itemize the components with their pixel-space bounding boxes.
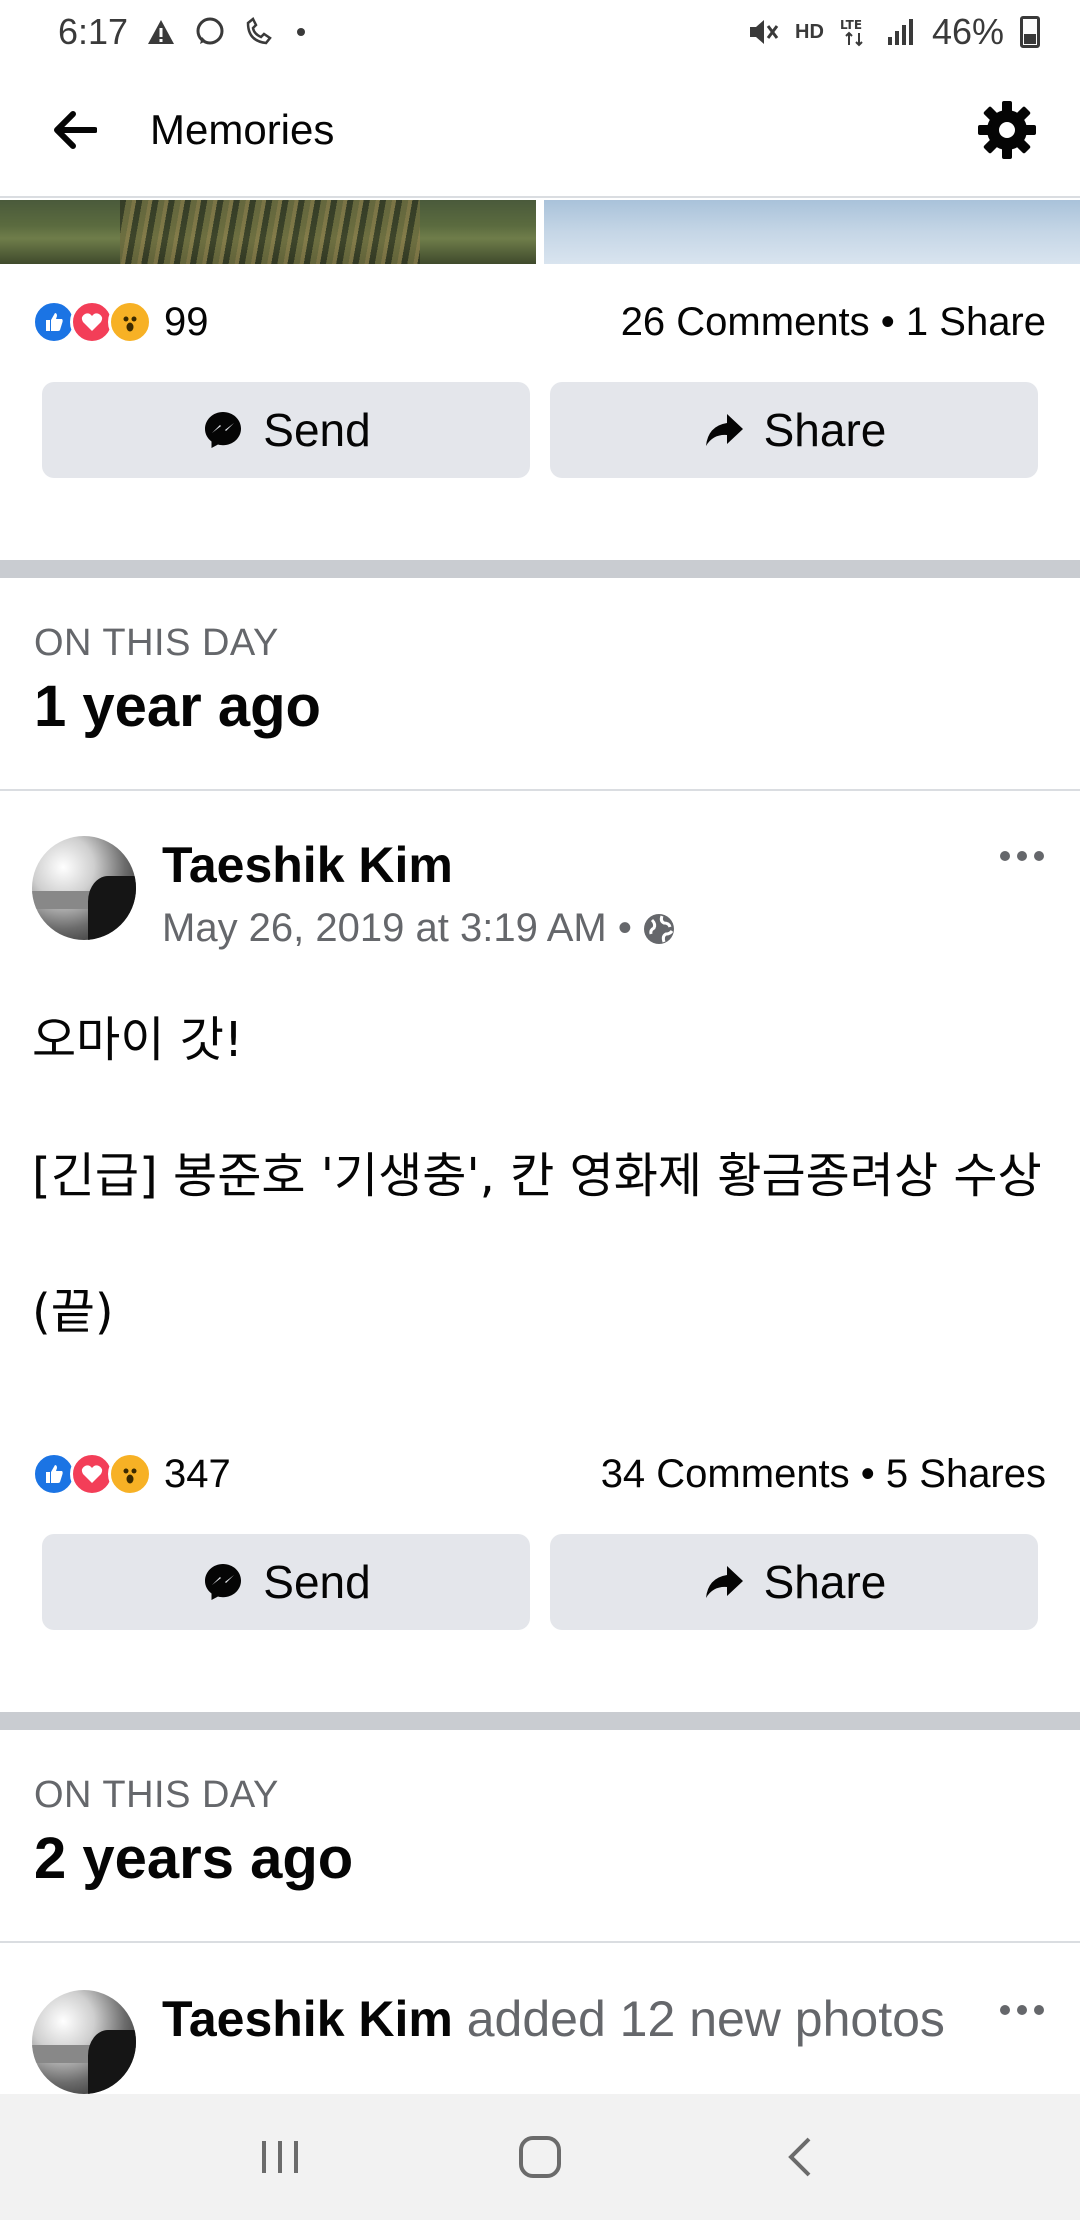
- more-options-button[interactable]: [992, 836, 1052, 876]
- post-text-line: [32, 1074, 1042, 1142]
- post-action-text: added 12 new photos: [452, 1991, 945, 2047]
- signal-icon: [886, 17, 916, 47]
- reaction-count: 99: [164, 299, 209, 344]
- home-icon: [519, 2136, 561, 2178]
- reaction-icons: [32, 300, 152, 344]
- more-dots-icon: [1000, 851, 1044, 861]
- send-button[interactable]: Send: [42, 1534, 530, 1630]
- more-options-button[interactable]: [992, 1990, 1052, 2030]
- section-divider: [0, 560, 1080, 578]
- on-this-day-title: 1 year ago: [34, 674, 321, 739]
- share-label: Share: [763, 1556, 887, 1608]
- battery-percent: 46%: [931, 11, 1004, 52]
- post-photo[interactable]: [544, 200, 1080, 264]
- author-name[interactable]: Taeshik Kim: [162, 837, 453, 893]
- post-photo[interactable]: [0, 200, 536, 264]
- more-dots-icon: [1000, 2005, 1044, 2015]
- lte-icon: LTE: [840, 17, 870, 47]
- engagement-stats[interactable]: 26 Comments • 1 Share: [621, 300, 1046, 345]
- post-text-line: [긴급] 봉준호 '기생충', 칸 영화제 황금종려상 수상: [32, 1148, 1042, 1204]
- post-body: 오마이 갓! [긴급] 봉준호 '기생충', 칸 영화제 황금종려상 수상 (끝…: [32, 1006, 1042, 1346]
- post-text-line: [32, 1210, 1042, 1278]
- post-header: Taeshik Kim added 12 new photos: [32, 1990, 1052, 2094]
- post-header: Taeshik Kim May 26, 2019 at 3:19 AM •: [32, 836, 1052, 951]
- on-this-day-label: ON THIS DAY: [34, 622, 279, 664]
- on-this-day-title: 2 years ago: [34, 1826, 354, 1891]
- on-this-day-section: ON THIS DAY 2 years ago: [34, 1774, 1034, 1892]
- send-button[interactable]: Send: [42, 382, 530, 478]
- wow-reaction-icon: [108, 300, 152, 344]
- page-title: Memories: [150, 106, 335, 153]
- settings-button[interactable]: [972, 95, 1042, 165]
- call-app-icon: [244, 17, 278, 47]
- share-button[interactable]: Share: [550, 382, 1038, 478]
- post-footer: 347 34 Comments • 5 Shares Send Share: [0, 1414, 1080, 1674]
- reactions-row[interactable]: 347 34 Comments • 5 Shares: [0, 1414, 1080, 1534]
- status-bar: 6:17 HD LTE 46%: [0, 0, 1080, 64]
- post-footer: 99 26 Comments • 1 Share Send Share: [0, 262, 1080, 522]
- warning-icon: [146, 18, 176, 46]
- reactions-row[interactable]: 99 26 Comments • 1 Share: [0, 262, 1080, 382]
- post-time: May 26, 2019 at 3:19 AM •: [162, 906, 992, 951]
- gear-icon: [978, 101, 1036, 159]
- author-line: Taeshik Kim added 12 new photos: [162, 1990, 992, 2048]
- avatar[interactable]: [32, 1990, 136, 2094]
- svg-text:LTE: LTE: [840, 18, 862, 32]
- reaction-icons: [32, 1452, 152, 1496]
- arrow-left-icon: [54, 111, 97, 149]
- post-text-line: 오마이 갓!: [32, 1012, 244, 1068]
- globe-icon: [643, 913, 674, 944]
- app-header: Memories: [0, 64, 1080, 198]
- action-row: Send Share: [0, 1534, 1080, 1674]
- on-this-day-label: ON THIS DAY: [34, 1774, 279, 1816]
- on-this-day-section: ON THIS DAY 1 year ago: [34, 622, 1034, 740]
- divider: [0, 789, 1080, 791]
- mute-icon: [747, 17, 779, 47]
- hd-voice-label: HD: [795, 21, 824, 43]
- reaction-count: 347: [164, 1451, 231, 1496]
- status-time: 6:17: [58, 11, 129, 52]
- avatar[interactable]: [32, 836, 136, 940]
- home-button[interactable]: [490, 2117, 590, 2197]
- post-meta: Taeshik Kim May 26, 2019 at 3:19 AM •: [162, 836, 992, 951]
- back-button[interactable]: [48, 104, 100, 156]
- whatsapp-icon: [194, 16, 226, 48]
- messenger-icon: [201, 408, 245, 452]
- share-button[interactable]: Share: [550, 1534, 1038, 1630]
- divider: [0, 1941, 1080, 1943]
- recent-apps-button[interactable]: [230, 2117, 330, 2197]
- share-arrow-icon: [702, 408, 746, 452]
- send-label: Send: [263, 1556, 371, 1608]
- system-nav-bar: [0, 2094, 1080, 2220]
- recent-apps-icon: [262, 2141, 298, 2173]
- section-divider: [0, 1712, 1080, 1730]
- wow-reaction-icon: [108, 1452, 152, 1496]
- action-row: Send Share: [0, 382, 1080, 522]
- send-label: Send: [263, 404, 371, 456]
- post-timestamp[interactable]: May 26, 2019 at 3:19 AM •: [162, 906, 632, 951]
- dot-icon: [296, 27, 306, 37]
- post-photo-strip[interactable]: [0, 200, 1080, 264]
- system-back-button[interactable]: [750, 2117, 850, 2197]
- author-name[interactable]: Taeshik Kim: [162, 1991, 453, 2047]
- author-line: Taeshik Kim: [162, 836, 992, 894]
- battery-icon: [1020, 16, 1040, 48]
- share-label: Share: [763, 404, 887, 456]
- messenger-icon: [201, 1560, 245, 1604]
- engagement-stats[interactable]: 34 Comments • 5 Shares: [601, 1452, 1046, 1497]
- chevron-left-icon: [788, 2137, 811, 2177]
- share-arrow-icon: [702, 1560, 746, 1604]
- post-meta: Taeshik Kim added 12 new photos: [162, 1990, 992, 2094]
- post-text-line: (끝): [32, 1284, 114, 1340]
